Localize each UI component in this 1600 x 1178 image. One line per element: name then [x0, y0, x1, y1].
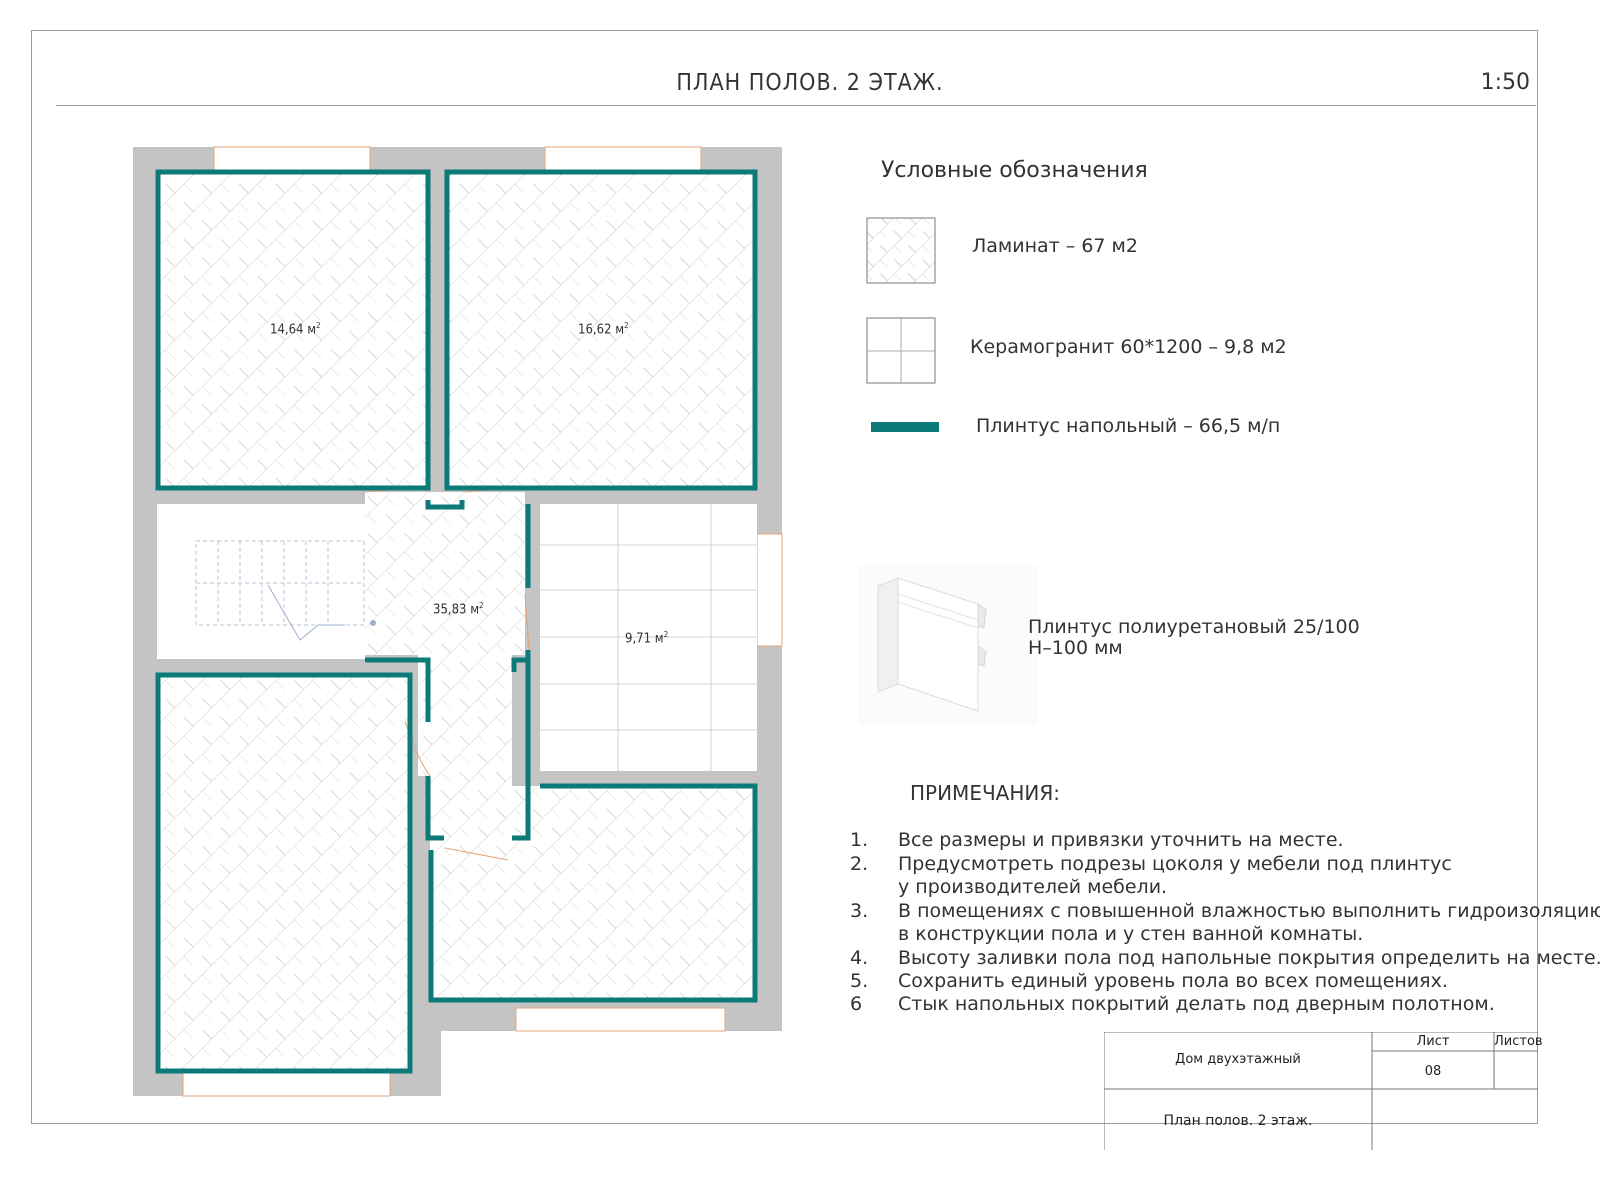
note-item: 5. Сохранить единый уровень пола во всех … — [850, 970, 1448, 992]
room-area-label: 35,83 м2 — [433, 601, 484, 618]
note-item-continuation: в конструкции пола и у стен ванной комна… — [898, 923, 1364, 945]
note-item-continuation: у производителей мебели. — [898, 876, 1168, 898]
laminate-swatch-icon — [866, 217, 936, 284]
legend-title: Условные обозначения — [881, 158, 1148, 183]
title-block: Дом двухэтажный Лист Листов 08 План поло… — [1104, 1032, 1543, 1150]
sheet-number: 08 — [1424, 1064, 1442, 1079]
project-name: Дом двухэтажный — [1175, 1052, 1301, 1067]
legend-label-skirting: Плинтус напольный – 66,5 м/п — [976, 415, 1281, 437]
note-item: 6 Стык напольных покрытий делать под двер… — [850, 993, 1495, 1015]
product-label: Плинтус полиуретановый 25/100 Н–100 мм — [1028, 616, 1360, 659]
room-floor-bedroom-4 — [431, 786, 755, 1000]
room-area-label: 14,64 м2 — [270, 321, 321, 338]
skirting-profile-image — [858, 566, 1038, 726]
legend-label-tile: Керамогранит 60*1200 – 9,8 м2 — [970, 336, 1287, 358]
skirting-swatch-icon — [871, 422, 939, 432]
tile-swatch-icon — [866, 317, 936, 384]
notes-title: ПРИМЕЧАНИЯ: — [910, 781, 1060, 805]
legend-label-laminate: Ламинат – 67 м2 — [972, 235, 1138, 257]
room-floors — [157, 172, 757, 1071]
note-item: 3. В помещениях с повышенной влажностью в… — [850, 900, 1600, 922]
room-area-label: 9,71 м2 — [625, 630, 669, 647]
room-floor-bedroom-3 — [158, 675, 410, 1071]
sheets-label: Листов — [1494, 1034, 1543, 1049]
title-block-grid — [1104, 1032, 1538, 1150]
room-area-label: 16,62 м2 — [578, 321, 629, 338]
drawing-name: План полов. 2 этаж. — [1163, 1113, 1313, 1129]
staircase-area — [157, 504, 365, 659]
note-item: 2. Предусмотреть подрезы цоколя у мебели … — [850, 853, 1452, 875]
note-item: 4. Высоту заливки пола под напольные покр… — [850, 947, 1600, 969]
note-item: 1. Все размеры и привязки уточнить на мес… — [850, 829, 1344, 851]
sheet-label: Лист — [1416, 1034, 1450, 1049]
